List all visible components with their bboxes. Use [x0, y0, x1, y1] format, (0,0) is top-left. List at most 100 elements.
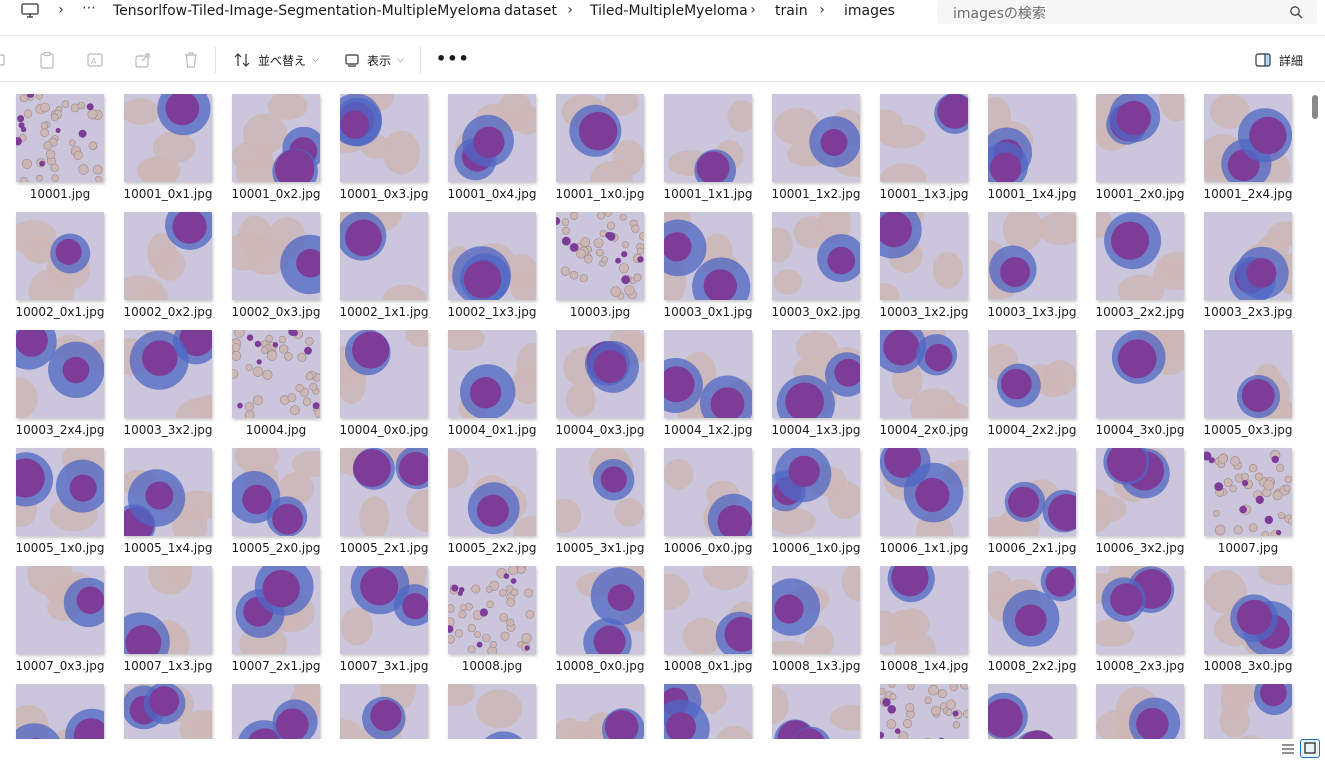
file-thumbnail[interactable]	[772, 212, 860, 300]
file-name-label[interactable]: 10008_0x0.jpg	[546, 659, 654, 673]
file-thumbnail[interactable]	[232, 94, 320, 182]
file-name-label[interactable]: 10003_3x2.jpg	[114, 423, 222, 437]
file-thumbnail[interactable]	[556, 212, 644, 300]
file-name-label[interactable]: 10001_2x4.jpg	[1194, 187, 1302, 201]
file-thumbnail[interactable]	[1204, 684, 1292, 739]
file-name-label[interactable]: 10001_0x3.jpg	[330, 187, 438, 201]
file-thumbnail[interactable]	[880, 684, 968, 739]
file-thumbnail[interactable]	[664, 448, 752, 536]
file-name-label[interactable]: 10006_1x1.jpg	[870, 541, 978, 555]
file-name-label[interactable]: 10003_0x1.jpg	[654, 305, 762, 319]
file-thumbnail[interactable]	[664, 94, 752, 182]
file-name-label[interactable]: 10003_0x2.jpg	[762, 305, 870, 319]
file-thumbnail[interactable]	[340, 94, 428, 182]
file-name-label[interactable]: 10002_0x1.jpg	[6, 305, 114, 319]
file-thumbnail[interactable]	[448, 212, 536, 300]
file-thumbnail[interactable]	[340, 448, 428, 536]
file-thumbnail[interactable]	[124, 212, 212, 300]
file-name-label[interactable]: 10005_3x1.jpg	[546, 541, 654, 555]
search-box[interactable]: imagesの検索	[937, 0, 1317, 24]
file-name-label[interactable]: 10004_2x0.jpg	[870, 423, 978, 437]
file-name-label[interactable]: 10004.jpg	[222, 423, 330, 437]
file-name-label[interactable]: 10007_0x3.jpg	[6, 659, 114, 673]
file-name-label[interactable]: 10008_3x0.jpg	[1194, 659, 1302, 673]
details-view-icon[interactable]	[1281, 743, 1295, 755]
file-name-label[interactable]: 10007.jpg	[1194, 541, 1302, 555]
file-name-label[interactable]: 10007_2x1.jpg	[222, 659, 330, 673]
file-thumbnail[interactable]	[880, 566, 968, 654]
file-name-label[interactable]: 10001_1x1.jpg	[654, 187, 762, 201]
file-thumbnail[interactable]	[232, 684, 320, 739]
breadcrumb-item[interactable]: images	[844, 3, 895, 19]
file-name-label[interactable]: 10004_0x1.jpg	[438, 423, 546, 437]
paste-icon[interactable]	[38, 51, 56, 69]
delete-icon[interactable]	[182, 51, 200, 69]
file-name-label[interactable]: 10001_0x2.jpg	[222, 187, 330, 201]
file-thumbnail[interactable]	[448, 330, 536, 418]
file-name-label[interactable]: 10002_1x1.jpg	[330, 305, 438, 319]
file-thumbnail[interactable]	[16, 330, 104, 418]
breadcrumb-item[interactable]: train	[775, 3, 808, 19]
file-thumbnail[interactable]	[880, 448, 968, 536]
file-thumbnail[interactable]	[772, 448, 860, 536]
file-thumbnail[interactable]	[232, 448, 320, 536]
file-thumbnail[interactable]	[448, 566, 536, 654]
file-name-label[interactable]: 10001_0x4.jpg	[438, 187, 546, 201]
file-thumbnail[interactable]	[448, 684, 536, 739]
file-thumbnail[interactable]	[124, 684, 212, 739]
file-name-label[interactable]: 10003_1x2.jpg	[870, 305, 978, 319]
file-thumbnail[interactable]	[16, 566, 104, 654]
file-thumbnail[interactable]	[16, 94, 104, 182]
file-thumbnail[interactable]	[1096, 448, 1184, 536]
file-thumbnail[interactable]	[556, 684, 644, 739]
this-pc-icon[interactable]	[21, 3, 39, 19]
file-thumbnail[interactable]	[772, 330, 860, 418]
file-name-label[interactable]: 10008_2x3.jpg	[1086, 659, 1194, 673]
file-thumbnail[interactable]	[232, 566, 320, 654]
file-name-label[interactable]: 10007_3x1.jpg	[330, 659, 438, 673]
file-thumbnail[interactable]	[556, 448, 644, 536]
file-name-label[interactable]: 10008_1x4.jpg	[870, 659, 978, 673]
file-name-label[interactable]: 10003_2x3.jpg	[1194, 305, 1302, 319]
file-name-label[interactable]: 10005_2x0.jpg	[222, 541, 330, 555]
file-thumbnail[interactable]	[556, 566, 644, 654]
file-thumbnail[interactable]	[448, 94, 536, 182]
file-name-label[interactable]: 10005_1x0.jpg	[6, 541, 114, 555]
file-name-label[interactable]: 10007_1x3.jpg	[114, 659, 222, 673]
cut-icon[interactable]	[0, 51, 12, 69]
file-name-label[interactable]: 10004_0x3.jpg	[546, 423, 654, 437]
breadcrumb-item[interactable]: dataset	[504, 3, 557, 19]
file-thumbnail[interactable]	[988, 94, 1076, 182]
rename-icon[interactable]: A	[86, 51, 104, 69]
file-thumbnail[interactable]	[988, 212, 1076, 300]
file-name-label[interactable]: 10008_1x3.jpg	[762, 659, 870, 673]
file-thumbnail[interactable]	[988, 566, 1076, 654]
vertical-scrollbar-thumb[interactable]	[1312, 95, 1318, 119]
file-thumbnail[interactable]	[1096, 94, 1184, 182]
file-thumbnail[interactable]	[880, 212, 968, 300]
file-name-label[interactable]: 10004_2x2.jpg	[978, 423, 1086, 437]
file-thumbnail[interactable]	[448, 448, 536, 536]
file-name-label[interactable]: 10005_2x1.jpg	[330, 541, 438, 555]
file-thumbnail[interactable]	[1096, 684, 1184, 739]
file-name-label[interactable]: 10003_2x4.jpg	[6, 423, 114, 437]
file-thumbnail[interactable]	[664, 566, 752, 654]
file-name-label[interactable]: 10001_1x4.jpg	[978, 187, 1086, 201]
file-name-label[interactable]: 10002_0x3.jpg	[222, 305, 330, 319]
file-name-label[interactable]: 10005_2x2.jpg	[438, 541, 546, 555]
file-thumbnail[interactable]	[772, 684, 860, 739]
file-thumbnail[interactable]	[988, 448, 1076, 536]
file-thumbnail[interactable]	[124, 566, 212, 654]
file-thumbnail[interactable]	[988, 330, 1076, 418]
file-thumbnail[interactable]	[340, 566, 428, 654]
file-name-label[interactable]: 10004_3x0.jpg	[1086, 423, 1194, 437]
details-pane-button[interactable]: 詳細	[1255, 47, 1303, 73]
file-name-label[interactable]: 10001_0x1.jpg	[114, 187, 222, 201]
file-thumbnail[interactable]	[988, 684, 1076, 739]
file-name-label[interactable]: 10006_1x0.jpg	[762, 541, 870, 555]
breadcrumb-overflow[interactable]: ⋯	[82, 0, 97, 16]
file-thumbnail[interactable]	[1204, 330, 1292, 418]
large-icons-view-button[interactable]	[1300, 739, 1320, 758]
file-name-label[interactable]: 10001_2x0.jpg	[1086, 187, 1194, 201]
file-name-label[interactable]: 10002_0x2.jpg	[114, 305, 222, 319]
